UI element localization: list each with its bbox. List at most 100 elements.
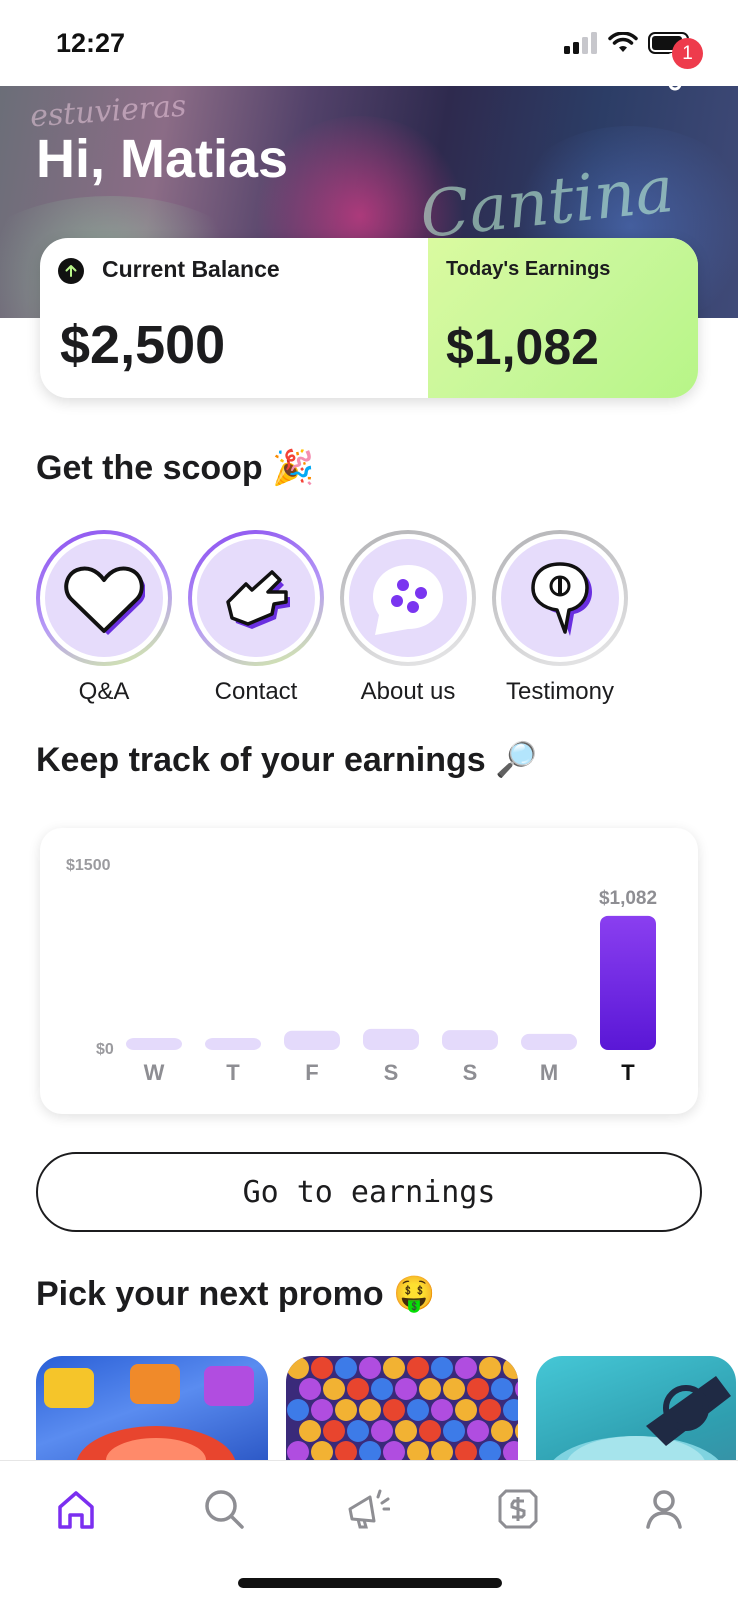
bubble xyxy=(299,1420,321,1442)
bubble xyxy=(335,1357,357,1379)
scoop-ring xyxy=(188,530,324,666)
scoop-ring xyxy=(340,530,476,666)
earnings-bar-chart: $1500 $0 W T F S S M T $1,082 xyxy=(66,857,657,1085)
bubble xyxy=(407,1357,429,1379)
bubble xyxy=(443,1378,465,1400)
current-balance-value: $2,500 xyxy=(60,315,226,375)
scoop-item-qa[interactable]: Q&A xyxy=(36,530,172,706)
go-to-earnings-button[interactable]: Go to earnings xyxy=(36,1152,702,1232)
bubble xyxy=(323,1378,345,1400)
y-tick-label: $0 xyxy=(96,1041,114,1058)
bubble xyxy=(287,1399,309,1421)
notification-badge: 1 xyxy=(672,38,703,69)
dollar-coin-icon[interactable] xyxy=(496,1487,540,1531)
car-game-thumbnail[interactable] xyxy=(36,1356,268,1460)
chart-bar xyxy=(363,1028,419,1050)
bubble xyxy=(491,1378,513,1400)
data-label: $1,082 xyxy=(599,888,657,909)
bubble xyxy=(383,1399,405,1421)
creature-game-thumbnail[interactable] xyxy=(536,1356,736,1460)
bubble xyxy=(503,1357,518,1379)
megaphone-icon[interactable] xyxy=(346,1487,390,1531)
bubble xyxy=(503,1399,518,1421)
earnings-chart-card: $1500 $0 W T F S S M T $1,082 xyxy=(40,828,698,1114)
scoop-item-testimony[interactable]: Testimony xyxy=(492,530,628,706)
x-tick-label: T xyxy=(226,1060,240,1085)
y-tick-label: $1500 xyxy=(66,857,111,874)
bubble xyxy=(371,1378,393,1400)
bubble xyxy=(359,1357,381,1379)
bubble xyxy=(431,1357,453,1379)
bubble xyxy=(383,1441,405,1460)
pointing-hand-icon xyxy=(226,570,290,629)
x-tick-label: T xyxy=(621,1060,635,1085)
x-tick-label: W xyxy=(144,1060,165,1085)
current-balance-label: Current Balance xyxy=(102,256,280,282)
bubble xyxy=(335,1399,357,1421)
bubble xyxy=(359,1441,381,1460)
chart-bar xyxy=(284,1030,340,1050)
bubble xyxy=(287,1441,309,1460)
cellular-signal-icon xyxy=(564,32,597,54)
bubble xyxy=(431,1441,453,1460)
bubble xyxy=(395,1420,417,1442)
x-tick-label: M xyxy=(540,1060,558,1085)
todays-earnings-value: $1,082 xyxy=(446,319,599,375)
todays-earnings-panel: Today's Earnings $1,082 xyxy=(428,238,698,398)
bubble xyxy=(347,1420,369,1442)
chat-dots-icon xyxy=(373,565,443,635)
earnings-section-title: Keep track of your earnings 🔎 xyxy=(36,741,538,779)
bubble xyxy=(443,1420,465,1442)
todays-earnings-label: Today's Earnings xyxy=(446,258,611,280)
bubble xyxy=(323,1420,345,1442)
bubble xyxy=(455,1357,477,1379)
bubble xyxy=(299,1378,321,1400)
bubble xyxy=(431,1399,453,1421)
bubble xyxy=(455,1441,477,1460)
bubble-game-thumbnail[interactable] xyxy=(286,1356,518,1460)
greeting-title: Hi, Matias xyxy=(36,129,289,189)
wifi-icon xyxy=(608,32,638,52)
bubble xyxy=(515,1381,518,1397)
arrow-up-icon xyxy=(58,258,84,284)
promo-carousel[interactable] xyxy=(36,1356,736,1460)
search-icon[interactable] xyxy=(202,1487,246,1531)
bubble xyxy=(455,1399,477,1421)
bubble xyxy=(503,1441,518,1460)
bubble xyxy=(419,1420,441,1442)
current-balance-panel: Current Balance $2,500 xyxy=(40,238,428,398)
x-tick-label: F xyxy=(305,1060,318,1085)
bubble xyxy=(407,1441,429,1460)
bubble xyxy=(287,1357,309,1379)
promo-section-title: Pick your next promo 🤑 xyxy=(36,1275,436,1313)
bubble xyxy=(359,1399,381,1421)
bubble xyxy=(335,1441,357,1460)
heart-icon xyxy=(64,566,145,635)
balance-card: Current Balance $2,500 Today's Earnings … xyxy=(40,238,698,398)
bubble xyxy=(479,1357,501,1379)
bubble xyxy=(371,1420,393,1442)
bubble xyxy=(491,1420,513,1442)
bubble xyxy=(395,1378,417,1400)
scoop-row: Q&A Contact About us Testimony xyxy=(36,530,676,710)
home-indicator xyxy=(238,1578,502,1588)
scoop-item-about-us[interactable]: About us xyxy=(340,530,476,706)
bubble xyxy=(311,1357,333,1379)
bubble xyxy=(347,1378,369,1400)
speech-bubble-icon xyxy=(531,562,592,636)
scoop-item-contact[interactable]: Contact xyxy=(188,530,324,706)
bubble xyxy=(407,1399,429,1421)
chart-bar xyxy=(126,1038,182,1050)
profile-icon[interactable] xyxy=(642,1487,686,1531)
scoop-ring xyxy=(492,530,628,666)
home-icon[interactable] xyxy=(54,1487,98,1531)
x-tick-label: S xyxy=(384,1060,399,1085)
chart-bar xyxy=(600,915,656,1050)
bubble xyxy=(311,1399,333,1421)
bubble xyxy=(515,1423,518,1439)
scoop-ring xyxy=(36,530,172,666)
status-time: 12:27 xyxy=(56,28,126,58)
chart-bar xyxy=(205,1038,261,1050)
x-tick-label: S xyxy=(463,1060,478,1085)
bubble xyxy=(383,1357,405,1379)
